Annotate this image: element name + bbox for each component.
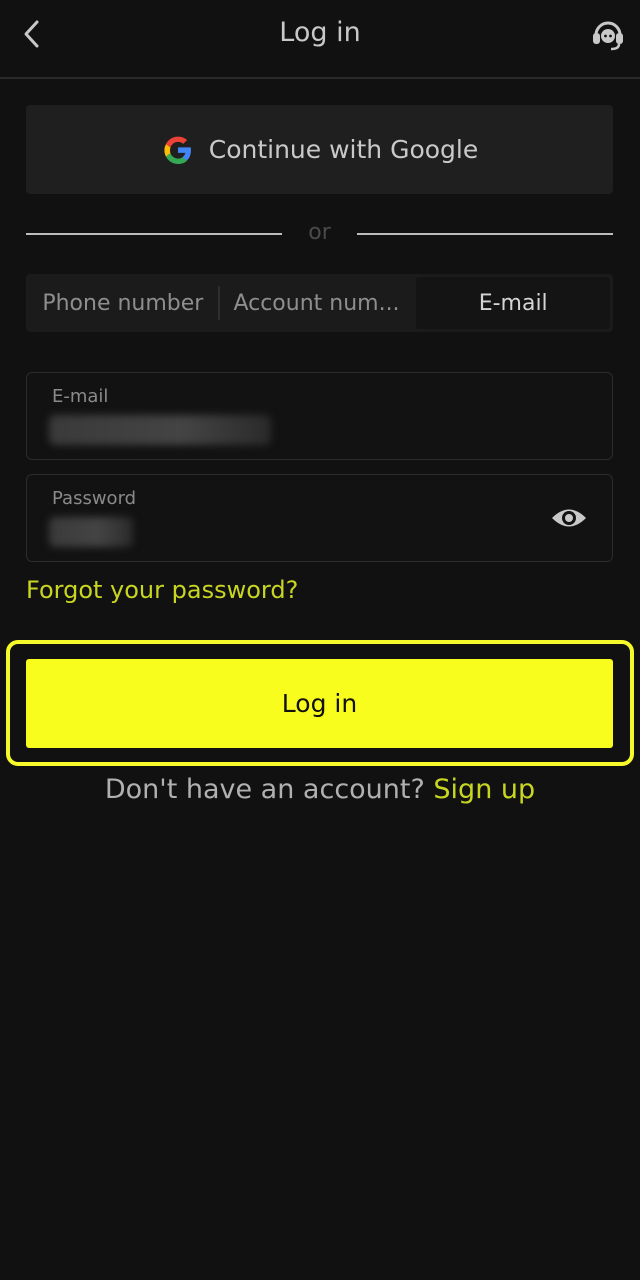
signup-link[interactable]: Sign up	[433, 774, 535, 805]
google-g-icon	[164, 136, 191, 164]
password-field[interactable]: Password	[26, 474, 613, 562]
login-button[interactable]: Log in	[26, 659, 613, 748]
signup-row: Don't have an account? Sign up	[0, 774, 640, 805]
password-input-value-redacted[interactable]	[49, 517, 133, 547]
top-bar: Log in	[0, 0, 640, 79]
eye-icon	[552, 509, 586, 527]
tab-phone-number[interactable]: Phone number	[26, 274, 220, 332]
email-field-label: E-mail	[52, 386, 109, 407]
login-method-tabs: Phone number Account num... E-mail	[26, 274, 613, 332]
or-divider: or	[26, 218, 613, 252]
page-title: Log in	[279, 17, 361, 48]
support-button[interactable]	[588, 14, 628, 54]
forgot-password-link[interactable]: Forgot your password?	[26, 576, 298, 604]
toggle-password-visibility-button[interactable]	[550, 501, 588, 535]
headset-support-icon	[593, 21, 623, 51]
divider-line-right	[357, 233, 613, 235]
continue-with-google-button[interactable]: Continue with Google	[26, 105, 613, 194]
tab-account-number[interactable]: Account num...	[220, 274, 414, 332]
signup-prompt: Don't have an account?	[104, 774, 425, 805]
email-input-value-redacted[interactable]	[49, 415, 271, 445]
password-field-label: Password	[52, 488, 137, 509]
tab-email[interactable]: E-mail	[416, 277, 611, 329]
email-field[interactable]: E-mail	[26, 372, 613, 460]
google-button-label: Continue with Google	[208, 135, 479, 164]
